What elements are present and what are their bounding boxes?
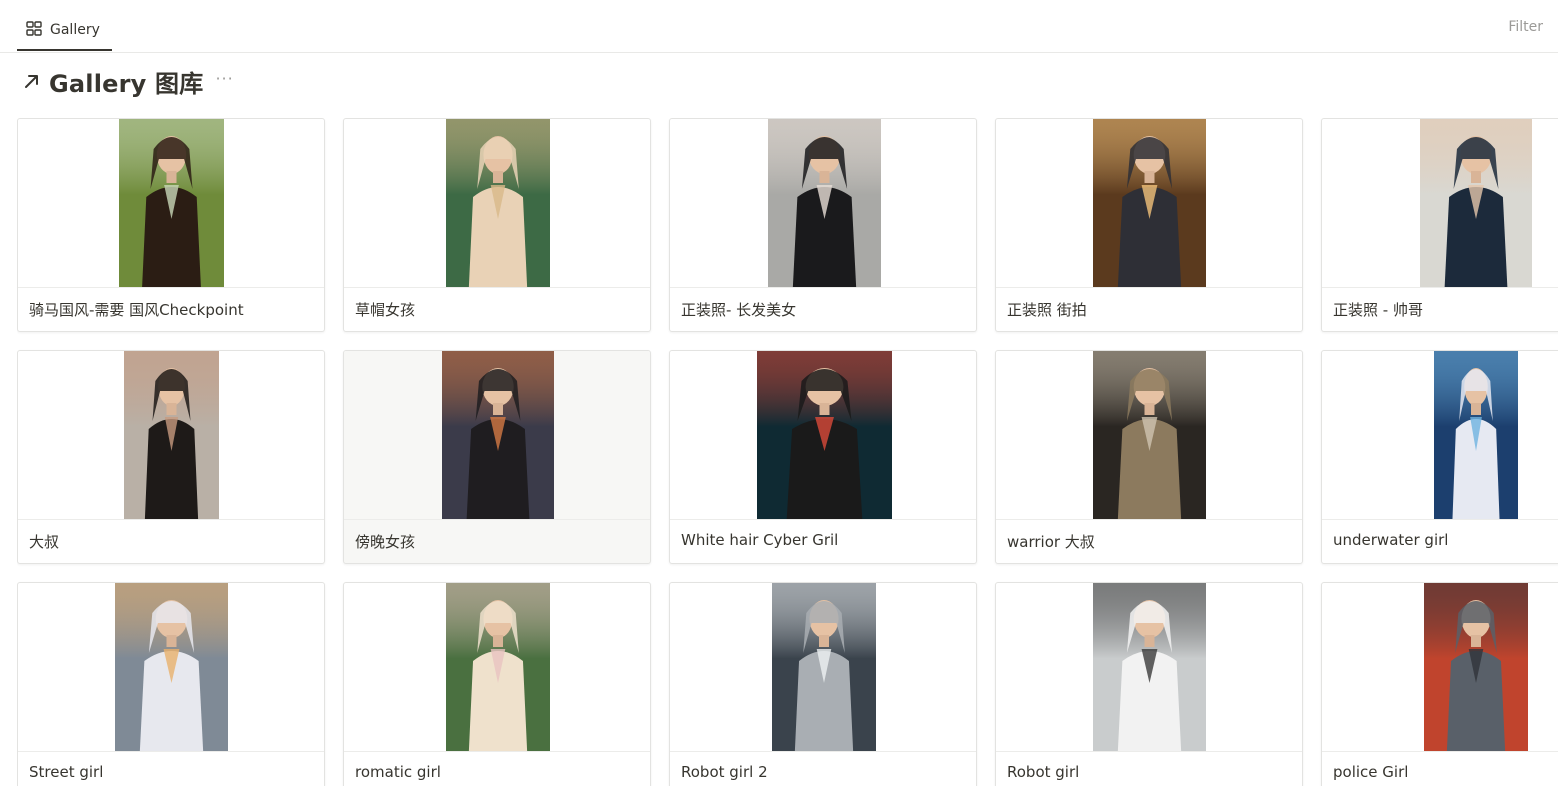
gallery-card[interactable]: romatic girl [343,582,651,786]
card-title: 正装照- 长发美女 [681,301,797,319]
gallery-card[interactable]: Robot girl [995,582,1303,786]
card-cover [1322,351,1558,520]
card-cover-image [757,351,892,519]
view-tab-bar: Gallery Filter [0,0,1558,53]
card-title: 大叔 [29,533,60,551]
gallery-card[interactable]: Robot girl 2 [669,582,977,786]
gallery-card[interactable]: 傍晚女孩 [343,350,651,564]
gallery-card[interactable]: warrior 大叔 [995,350,1303,564]
card-cover [344,351,650,520]
card-cover [18,583,324,752]
card-cover [996,119,1302,288]
card-cover-image [124,351,219,519]
card-title: warrior 大叔 [1007,533,1095,551]
card-title: White hair Cyber Gril [681,531,839,549]
card-title: police Girl [1333,763,1409,781]
card-title: Robot girl 2 [681,763,768,781]
card-cover-image [768,119,881,287]
card-cover [996,583,1302,752]
card-cover-image [1093,351,1206,519]
gallery-card[interactable]: White hair Cyber Gril [669,350,977,564]
gallery-card[interactable]: 草帽女孩 [343,118,651,332]
card-title: underwater girl [1333,531,1449,549]
card-cover [1322,119,1558,288]
card-cover-image [1424,583,1528,751]
card-cover-image [1093,583,1206,751]
card-cover [670,119,976,288]
card-cover [996,351,1302,520]
gallery-card[interactable]: 大叔 [17,350,325,564]
linked-database-arrow-icon[interactable] [22,71,42,91]
card-cover-image [1420,119,1532,287]
card-cover-image [1093,119,1206,287]
gallery-grid: 骑马国风-需要 国风Checkpoint 草帽女孩 正装照- 长发美女 正装照 … [17,118,1558,786]
card-cover-image [119,119,224,287]
card-cover-image [115,583,228,751]
card-cover [670,351,976,520]
gallery-card[interactable]: 正装照 街拍 [995,118,1303,332]
card-title: 傍晚女孩 [355,533,416,551]
filter-button[interactable]: Filter [1508,19,1543,35]
card-title: Street girl [29,763,104,781]
card-cover [670,583,976,752]
card-title: 正装照 街拍 [1007,301,1087,319]
gallery-card[interactable]: 正装照- 长发美女 [669,118,977,332]
gallery-card[interactable]: 骑马国风-需要 国风Checkpoint [17,118,325,332]
card-cover-image [446,583,550,751]
gallery-grid-icon [26,21,42,36]
card-title: Robot girl [1007,763,1080,781]
card-title: romatic girl [355,763,441,781]
gallery-card[interactable]: 正装照 - 帅哥 [1321,118,1558,332]
tab-gallery[interactable]: Gallery [17,10,112,51]
card-cover-image [442,351,554,519]
card-title: 骑马国风-需要 国风Checkpoint [29,301,244,319]
more-options-icon[interactable]: ··· [215,69,233,88]
card-cover-image [1434,351,1518,519]
card-cover [18,351,324,520]
card-title: 草帽女孩 [355,301,416,319]
card-cover [344,583,650,752]
gallery-card[interactable]: Street girl [17,582,325,786]
page-header: Gallery 图库 ··· [22,64,234,98]
gallery-card[interactable]: police Girl [1321,582,1558,786]
gallery-card[interactable]: underwater girl [1321,350,1558,564]
tab-gallery-label: Gallery [50,22,100,38]
card-cover-image [446,119,550,287]
card-cover-image [772,583,876,751]
card-cover [18,119,324,288]
page-title[interactable]: Gallery 图库 [49,64,203,99]
card-cover [344,119,650,288]
card-title: 正装照 - 帅哥 [1333,301,1423,319]
card-cover [1322,583,1558,752]
